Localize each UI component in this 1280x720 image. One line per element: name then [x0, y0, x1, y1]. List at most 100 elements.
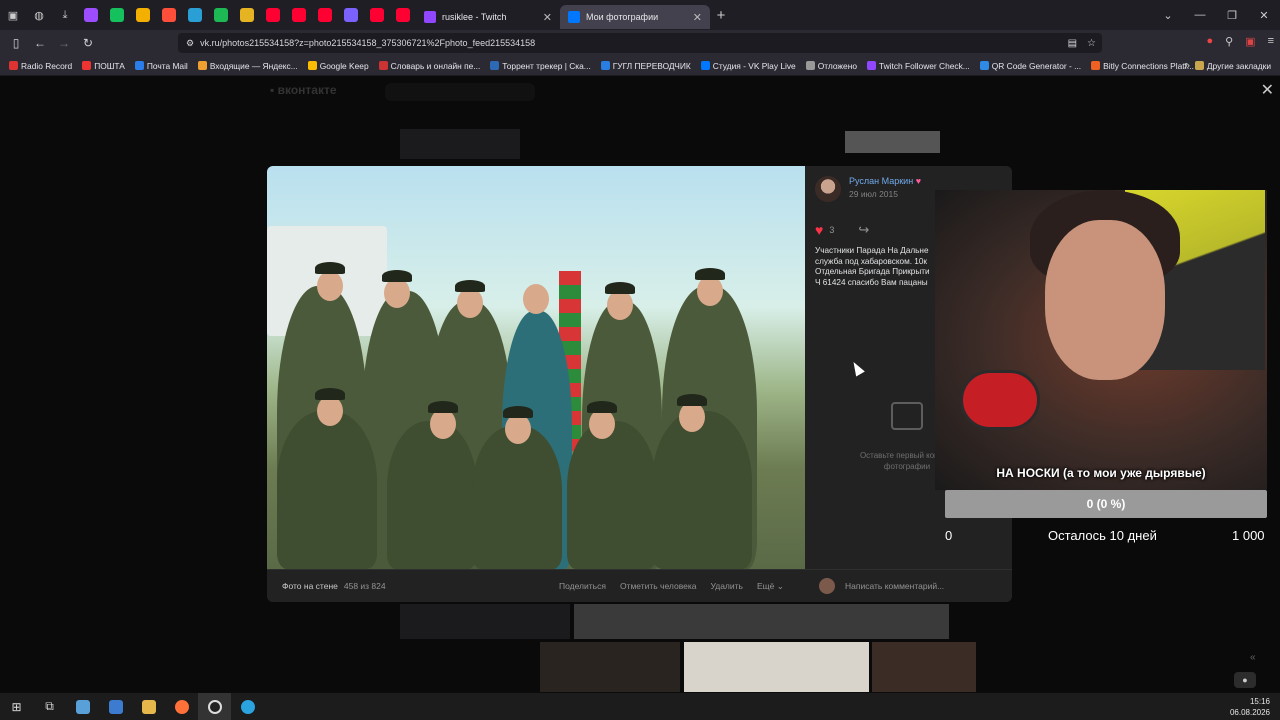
- share-button[interactable]: Поделиться: [559, 581, 606, 592]
- face-shape: [523, 284, 549, 314]
- beret-shape: [382, 270, 412, 282]
- more-button[interactable]: Ещё ⌄: [757, 581, 784, 592]
- tag-person-button[interactable]: Отметить человека: [620, 581, 697, 592]
- minimize-icon[interactable]: —: [1184, 9, 1216, 22]
- bookmark-item[interactable]: Входящие — Яндекс...: [193, 61, 303, 71]
- site-favicon-icon: [318, 8, 332, 22]
- reload-icon[interactable]: ↻: [76, 36, 100, 50]
- like-icon[interactable]: ♥: [815, 222, 823, 238]
- bookmark-label: Словарь и онлайн пе...: [390, 60, 481, 71]
- reader-icon[interactable]: ▤: [1068, 38, 1077, 49]
- bookmark-item[interactable]: Twitch Follower Check...: [862, 61, 975, 71]
- pinned-tab[interactable]: [390, 0, 416, 30]
- viewer-close-icon[interactable]: ✕: [1261, 80, 1274, 100]
- bg-photo-tile: [400, 129, 520, 159]
- site-favicon-icon: [188, 8, 202, 22]
- pinned-tab[interactable]: [286, 0, 312, 30]
- tab-my-photos[interactable]: Мои фотографии ✕: [560, 5, 710, 29]
- tab-label: rusiklee - Twitch: [442, 12, 507, 22]
- bookmark-item[interactable]: Google Keep: [303, 61, 374, 71]
- album-link[interactable]: Фото на стене: [282, 581, 338, 591]
- clock-date: 06.08.2026: [1229, 708, 1270, 717]
- close-icon[interactable]: ✕: [543, 11, 552, 24]
- menu-icon[interactable]: ≡: [1268, 35, 1274, 48]
- tab-twitch[interactable]: rusiklee - Twitch ✕: [416, 5, 560, 29]
- restore-icon[interactable]: ❐: [1216, 9, 1248, 22]
- pinned-tab[interactable]: [312, 0, 338, 30]
- tab-list-icon[interactable]: ⌄: [1152, 9, 1184, 22]
- download-icon[interactable]: ⤓: [52, 0, 78, 30]
- bookmark-item[interactable]: Почта Mail: [130, 61, 193, 71]
- site-favicon-icon: [162, 8, 176, 22]
- start-icon[interactable]: ⊞: [0, 693, 33, 720]
- calculator-icon[interactable]: [66, 693, 99, 720]
- comment-box[interactable]: Написать комментарий...: [819, 578, 944, 594]
- bookmark-item[interactable]: Словарь и онлайн пе...: [374, 61, 486, 71]
- site-info-icon[interactable]: ⚙: [186, 38, 194, 49]
- pinned-tab[interactable]: [78, 0, 104, 30]
- pinned-tab[interactable]: [234, 0, 260, 30]
- close-icon[interactable]: ✕: [693, 11, 702, 24]
- face-shape: [505, 414, 531, 444]
- share-icon[interactable]: ↪: [858, 222, 869, 238]
- task-view-icon[interactable]: ⧉: [33, 693, 66, 720]
- bookmark-item[interactable]: ПОШТА: [77, 61, 130, 71]
- bookmark-item[interactable]: QR Code Generator - ...: [975, 61, 1086, 71]
- comment-input[interactable]: Написать комментарий...: [845, 581, 944, 591]
- bookmark-item[interactable]: Отложено: [801, 61, 862, 71]
- clock-time: 15:16: [1249, 697, 1270, 706]
- vk-search-backdrop: [385, 83, 535, 101]
- bookmark-item[interactable]: ГУГЛ ПЕРЕВОДЧИК: [596, 61, 696, 71]
- author-block: Руслан Маркин ♥ 29 июл 2015: [815, 176, 921, 202]
- microphone-shape: [960, 370, 1040, 430]
- system-clock[interactable]: 15:16 06.08.2026: [1230, 696, 1270, 718]
- bookmark-item[interactable]: Студия - VK Play Live: [696, 61, 801, 71]
- pinned-tab[interactable]: [338, 0, 364, 30]
- toolbar-right: ● ⚲ ▣ ≡: [1206, 35, 1274, 48]
- firefox-icon[interactable]: [165, 693, 198, 720]
- face-shape: [457, 288, 483, 318]
- pinned-tab[interactable]: [364, 0, 390, 30]
- bookmark-item[interactable]: Торрент трекер | Ска...: [485, 61, 595, 71]
- bookmark-favicon-icon: [805, 61, 815, 70]
- obs-icon[interactable]: [198, 693, 231, 720]
- bookmark-label: Почта Mail: [146, 60, 188, 71]
- photo-image[interactable]: [267, 166, 805, 569]
- collapse-icon[interactable]: «: [1250, 652, 1256, 663]
- pinned-tab[interactable]: [208, 0, 234, 30]
- site-favicon-icon: [396, 8, 410, 22]
- site-favicon-icon: [292, 8, 306, 22]
- window-close-icon[interactable]: ✕: [1248, 9, 1280, 22]
- address-bar[interactable]: ⚙ vk.ru/photos215534158?z=photo215534158…: [178, 33, 1102, 53]
- chat-icon[interactable]: ●: [1234, 672, 1256, 688]
- notifications-icon[interactable]: ▣: [1245, 35, 1255, 48]
- pinned-tab[interactable]: [182, 0, 208, 30]
- author-name[interactable]: Руслан Маркин ♥: [849, 176, 921, 186]
- sidebar-icon[interactable]: ▯: [4, 36, 28, 50]
- tab-overview-icon[interactable]: ▣: [0, 0, 26, 30]
- beret-shape: [503, 406, 533, 418]
- pinned-tab[interactable]: [260, 0, 286, 30]
- pinned-tab[interactable]: [130, 0, 156, 30]
- bookmark-favicon-icon: [197, 61, 207, 70]
- bookmark-star-icon[interactable]: ☆: [1087, 38, 1096, 49]
- pinned-tab[interactable]: [104, 0, 130, 30]
- file-explorer-icon[interactable]: [132, 693, 165, 720]
- forward-icon[interactable]: →: [52, 36, 76, 50]
- extensions-puzzle-icon[interactable]: ⚲: [1225, 35, 1233, 48]
- bookmark-item[interactable]: Radio Record: [4, 61, 77, 71]
- new-tab-button[interactable]: +: [710, 7, 732, 24]
- pinned-tab[interactable]: [156, 0, 182, 30]
- app-icon[interactable]: [99, 693, 132, 720]
- globe-icon[interactable]: ◍: [26, 0, 52, 30]
- back-icon[interactable]: ←: [28, 36, 52, 50]
- bookmark-item[interactable]: Bitly Connections Platf...: [1086, 61, 1199, 71]
- telegram-icon[interactable]: [231, 693, 264, 720]
- bookmark-favicon-icon: [82, 61, 92, 70]
- delete-button[interactable]: Удалить: [711, 581, 743, 592]
- extension-icon[interactable]: ●: [1206, 35, 1213, 48]
- avatar[interactable]: [815, 176, 841, 202]
- photo-actions: Поделиться Отметить человека Удалить Ещё…: [559, 581, 784, 592]
- bookmark-favicon-icon: [490, 61, 500, 70]
- other-bookmarks[interactable]: Другие закладки: [1190, 61, 1276, 71]
